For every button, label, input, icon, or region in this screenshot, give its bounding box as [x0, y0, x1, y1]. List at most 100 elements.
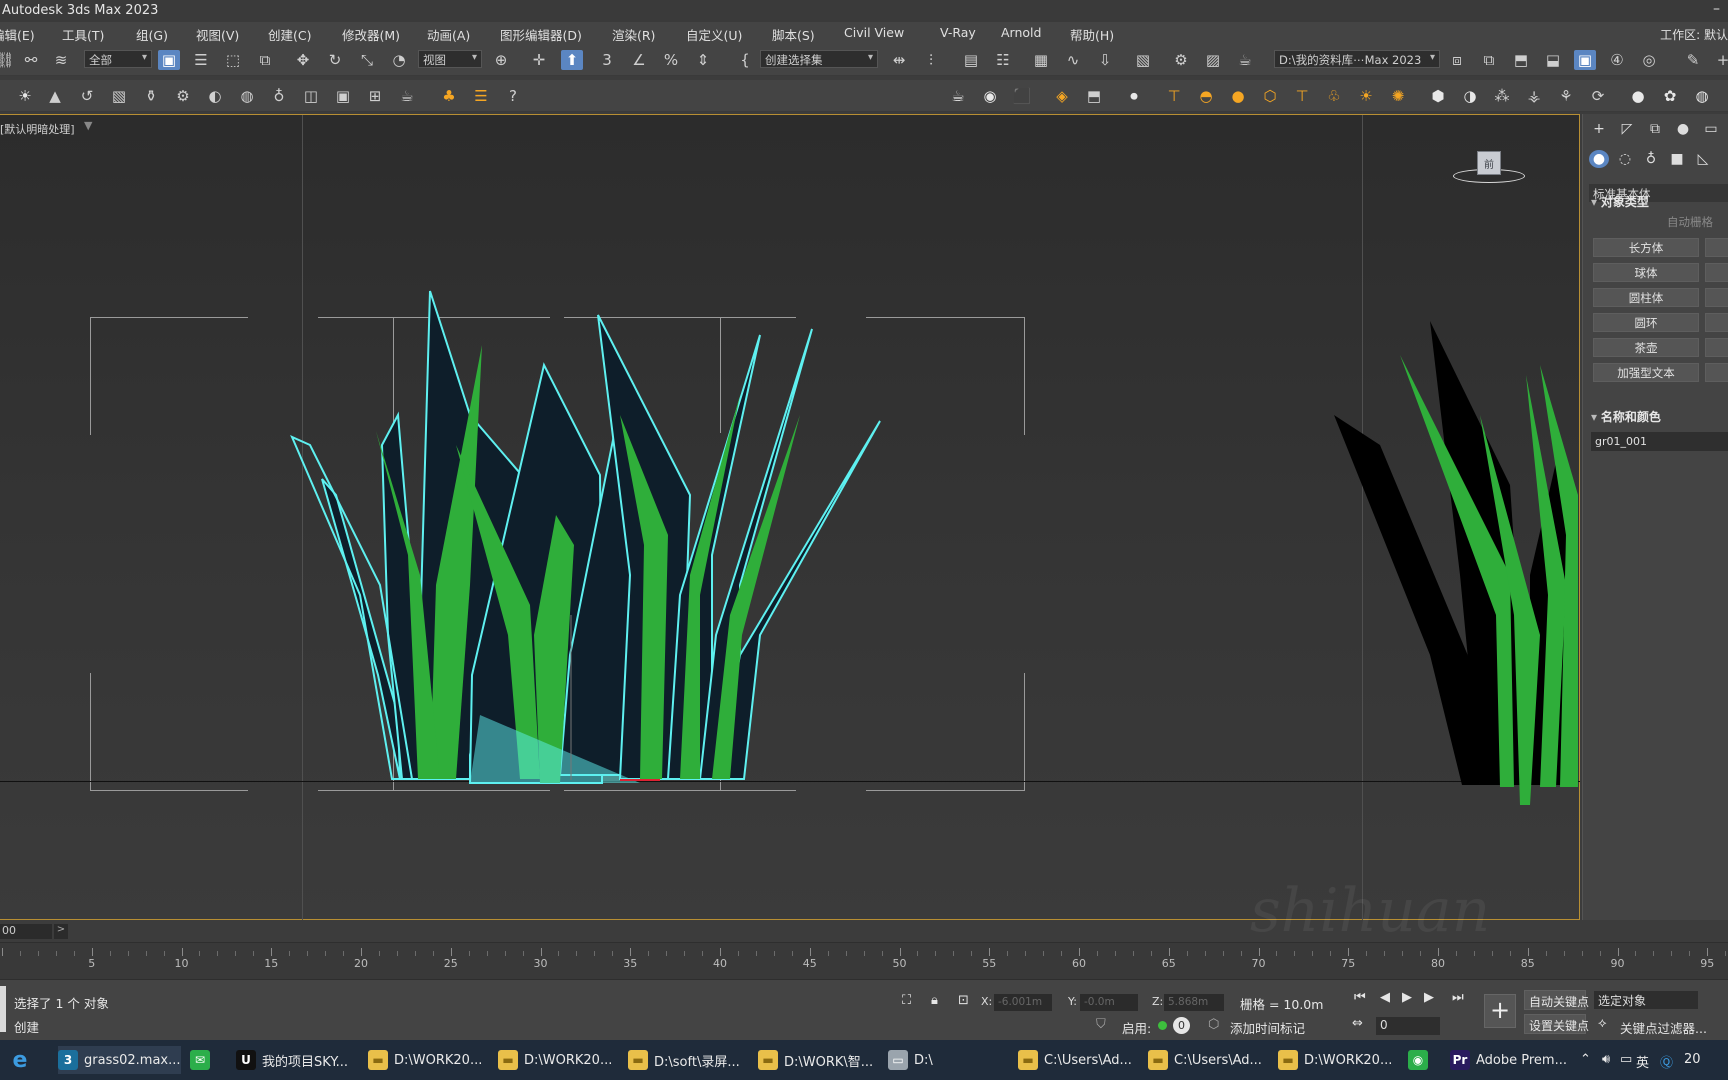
key-mode-dropdown[interactable]: 选定对象: [1594, 991, 1698, 1009]
taskbar-item-folder[interactable]: ▬ D:\soft\录屏...: [628, 1046, 740, 1074]
tree-icon[interactable]: ▲: [44, 86, 66, 106]
archive-icon[interactable]: ⬓: [1542, 50, 1564, 70]
select-object-icon[interactable]: ▣: [158, 50, 180, 70]
layer-explorer-icon[interactable]: ☷: [992, 50, 1014, 70]
object-name-field[interactable]: gr01_001: [1591, 432, 1728, 451]
taskbar-item-drive[interactable]: ▭ D:\: [888, 1046, 933, 1074]
refresh-icon[interactable]: ↺: [76, 86, 98, 106]
texture-icon[interactable]: ▧: [108, 86, 130, 106]
front-viewport[interactable]: [默认明暗处理] ▼ 前: [0, 114, 1580, 921]
move-icon[interactable]: ✥: [292, 50, 314, 70]
camera-icon[interactable]: ⬒: [1083, 86, 1105, 106]
proxy-icon[interactable]: ⬢: [1427, 86, 1449, 106]
menu-arnold[interactable]: Arnold: [1001, 25, 1041, 40]
next-key-icon[interactable]: ▶︎: [1424, 990, 1434, 1005]
snaps-toggle-icon[interactable]: 3: [596, 50, 618, 70]
menu-views[interactable]: 视图(V): [196, 25, 239, 44]
current-frame-display[interactable]: 00: [0, 924, 52, 939]
viewport-count-icon[interactable]: ④: [1606, 50, 1628, 70]
video-icon[interactable]: ⏺: [1123, 86, 1145, 106]
previous-frame-icon[interactable]: ◀︎: [1380, 990, 1390, 1005]
render-setup-icon[interactable]: ⚙: [1170, 50, 1192, 70]
set-key-plus-icon[interactable]: +: [1484, 994, 1516, 1028]
unlink-icon[interactable]: ⚯: [20, 50, 42, 70]
teapot-small-icon[interactable]: ☕: [396, 86, 418, 106]
menu-vray[interactable]: V-Ray: [940, 25, 976, 40]
scatter-icon[interactable]: ⁂: [1491, 86, 1513, 106]
light-plane-icon[interactable]: ⊤: [1163, 86, 1185, 106]
open-file-icon[interactable]: ⧉: [1478, 50, 1500, 70]
taskbar-item-folder[interactable]: ▬ D:\WORK\智...: [758, 1046, 873, 1074]
key-mode-toggle-icon[interactable]: ⇔: [1352, 1016, 1363, 1031]
selection-filter-dropdown[interactable]: 全部: [84, 50, 152, 68]
key-filters-button[interactable]: 关键点过滤器...: [1620, 1018, 1707, 1037]
taskbar-item-3ds[interactable]: 3 grass02.max...: [58, 1046, 181, 1074]
viewcube[interactable]: 前: [1449, 139, 1529, 199]
hierarchy-tab-icon[interactable]: ⧉: [1645, 120, 1665, 138]
bulb-icon[interactable]: ♁: [268, 86, 290, 106]
reference-coordinate-dropdown[interactable]: 视图: [418, 50, 482, 68]
grid-icon[interactable]: ⊞: [364, 86, 386, 106]
minimize-icon[interactable]: –: [1713, 1, 1720, 17]
keyboard-shortcut-override-icon[interactable]: ⬆: [561, 50, 583, 70]
plant-icon[interactable]: ⚘: [1555, 86, 1577, 106]
torus-button[interactable]: 圆环: [1593, 313, 1699, 332]
material-editor-icon[interactable]: ▧: [1132, 50, 1154, 70]
frame-icon[interactable]: ▣: [332, 86, 354, 106]
box-icon[interactable]: ⬛: [1011, 86, 1033, 106]
pivot-center-icon[interactable]: ⊕: [490, 50, 512, 70]
refresh-light-icon[interactable]: ⟳: [1587, 86, 1609, 106]
sun-light-icon[interactable]: ☀: [1355, 86, 1377, 106]
schematic-view-icon[interactable]: ⇩: [1094, 50, 1116, 70]
sphere-light-icon[interactable]: ●: [1227, 86, 1249, 106]
menu-civil-view[interactable]: Civil View: [844, 25, 904, 40]
goto-start-icon[interactable]: ⏮: [1354, 990, 1366, 1005]
teapot-button[interactable]: 茶壶: [1593, 338, 1699, 357]
list-icon[interactable]: ☰: [470, 86, 492, 106]
named-selection-dropdown[interactable]: 创建选择集: [760, 50, 878, 68]
sphere-icon[interactable]: ◐: [204, 86, 226, 106]
workspace-selector[interactable]: 工作区: 默认: [1660, 26, 1728, 43]
tube-button[interactable]: [1705, 288, 1728, 307]
fur-icon[interactable]: ⚶: [1523, 86, 1545, 106]
cameras-icon[interactable]: ■: [1667, 150, 1687, 168]
box-button[interactable]: 长方体: [1593, 238, 1699, 257]
auto-key-button[interactable]: 自动关键点: [1524, 990, 1589, 1010]
gear-icon[interactable]: ⚙: [172, 86, 194, 106]
isolate-icon[interactable]: ⛶: [902, 993, 911, 1008]
maxscript-listener-icon[interactable]: [0, 986, 6, 1032]
add-time-tag-button[interactable]: 添加时间标记: [1230, 1018, 1305, 1037]
menu-customize[interactable]: 自定义(U): [686, 25, 742, 44]
spot-light-icon[interactable]: ⊤: [1291, 86, 1313, 106]
text-plus-button[interactable]: 加强型文本: [1593, 363, 1699, 382]
track-bar[interactable]: 5 10 15 20 25 30 35 40 45 50 55 60 65 70 75 80 85 90 95: [0, 942, 1728, 980]
viewcube-face[interactable]: 前: [1477, 151, 1501, 175]
goto-end-icon[interactable]: ⏭: [1452, 990, 1464, 1005]
toggle-ribbon-icon[interactable]: ▦: [1030, 50, 1052, 70]
ambient-light-icon[interactable]: ✺: [1387, 86, 1409, 106]
pyramid-button[interactable]: [1705, 313, 1728, 332]
teapot-icon[interactable]: ☕: [947, 86, 969, 106]
key-filter-icon[interactable]: ⟡: [1598, 1016, 1607, 1031]
edit-named-selection-icon[interactable]: {: [734, 50, 756, 70]
multi-material-icon[interactable]: ✿: [1659, 86, 1681, 106]
helpers-icon[interactable]: ◺: [1693, 150, 1713, 168]
next-frame-icon[interactable]: >: [54, 924, 68, 939]
forest-icon[interactable]: ♣: [438, 86, 460, 106]
plane-button[interactable]: [1705, 338, 1728, 357]
geosphere-button[interactable]: [1705, 263, 1728, 282]
shapes-icon[interactable]: ◌: [1615, 150, 1635, 168]
taskbar-item-unreal[interactable]: U 我的项目SKY...: [236, 1046, 348, 1074]
time-tag-icon[interactable]: ⬡: [1208, 1017, 1219, 1032]
adaptive-degradation-icon[interactable]: ⛉: [1096, 1017, 1106, 1032]
project-folder-icon[interactable]: ⧈: [1446, 50, 1468, 70]
tray-chevron-icon[interactable]: ⌃: [1580, 1052, 1591, 1067]
current-frame-spinner[interactable]: 0: [1376, 1017, 1440, 1035]
environment-icon[interactable]: ◑: [1459, 86, 1481, 106]
name-and-color-rollout[interactable]: 名称和颜色: [1591, 408, 1661, 425]
lock-selection-icon[interactable]: 🔒︎: [931, 993, 938, 1008]
absolute-mode-icon[interactable]: ⊡: [958, 993, 969, 1008]
sun-icon[interactable]: ☀: [14, 86, 36, 106]
taskbar-item-wechat[interactable]: ✉: [190, 1046, 216, 1074]
extra-button[interactable]: [1705, 363, 1728, 382]
